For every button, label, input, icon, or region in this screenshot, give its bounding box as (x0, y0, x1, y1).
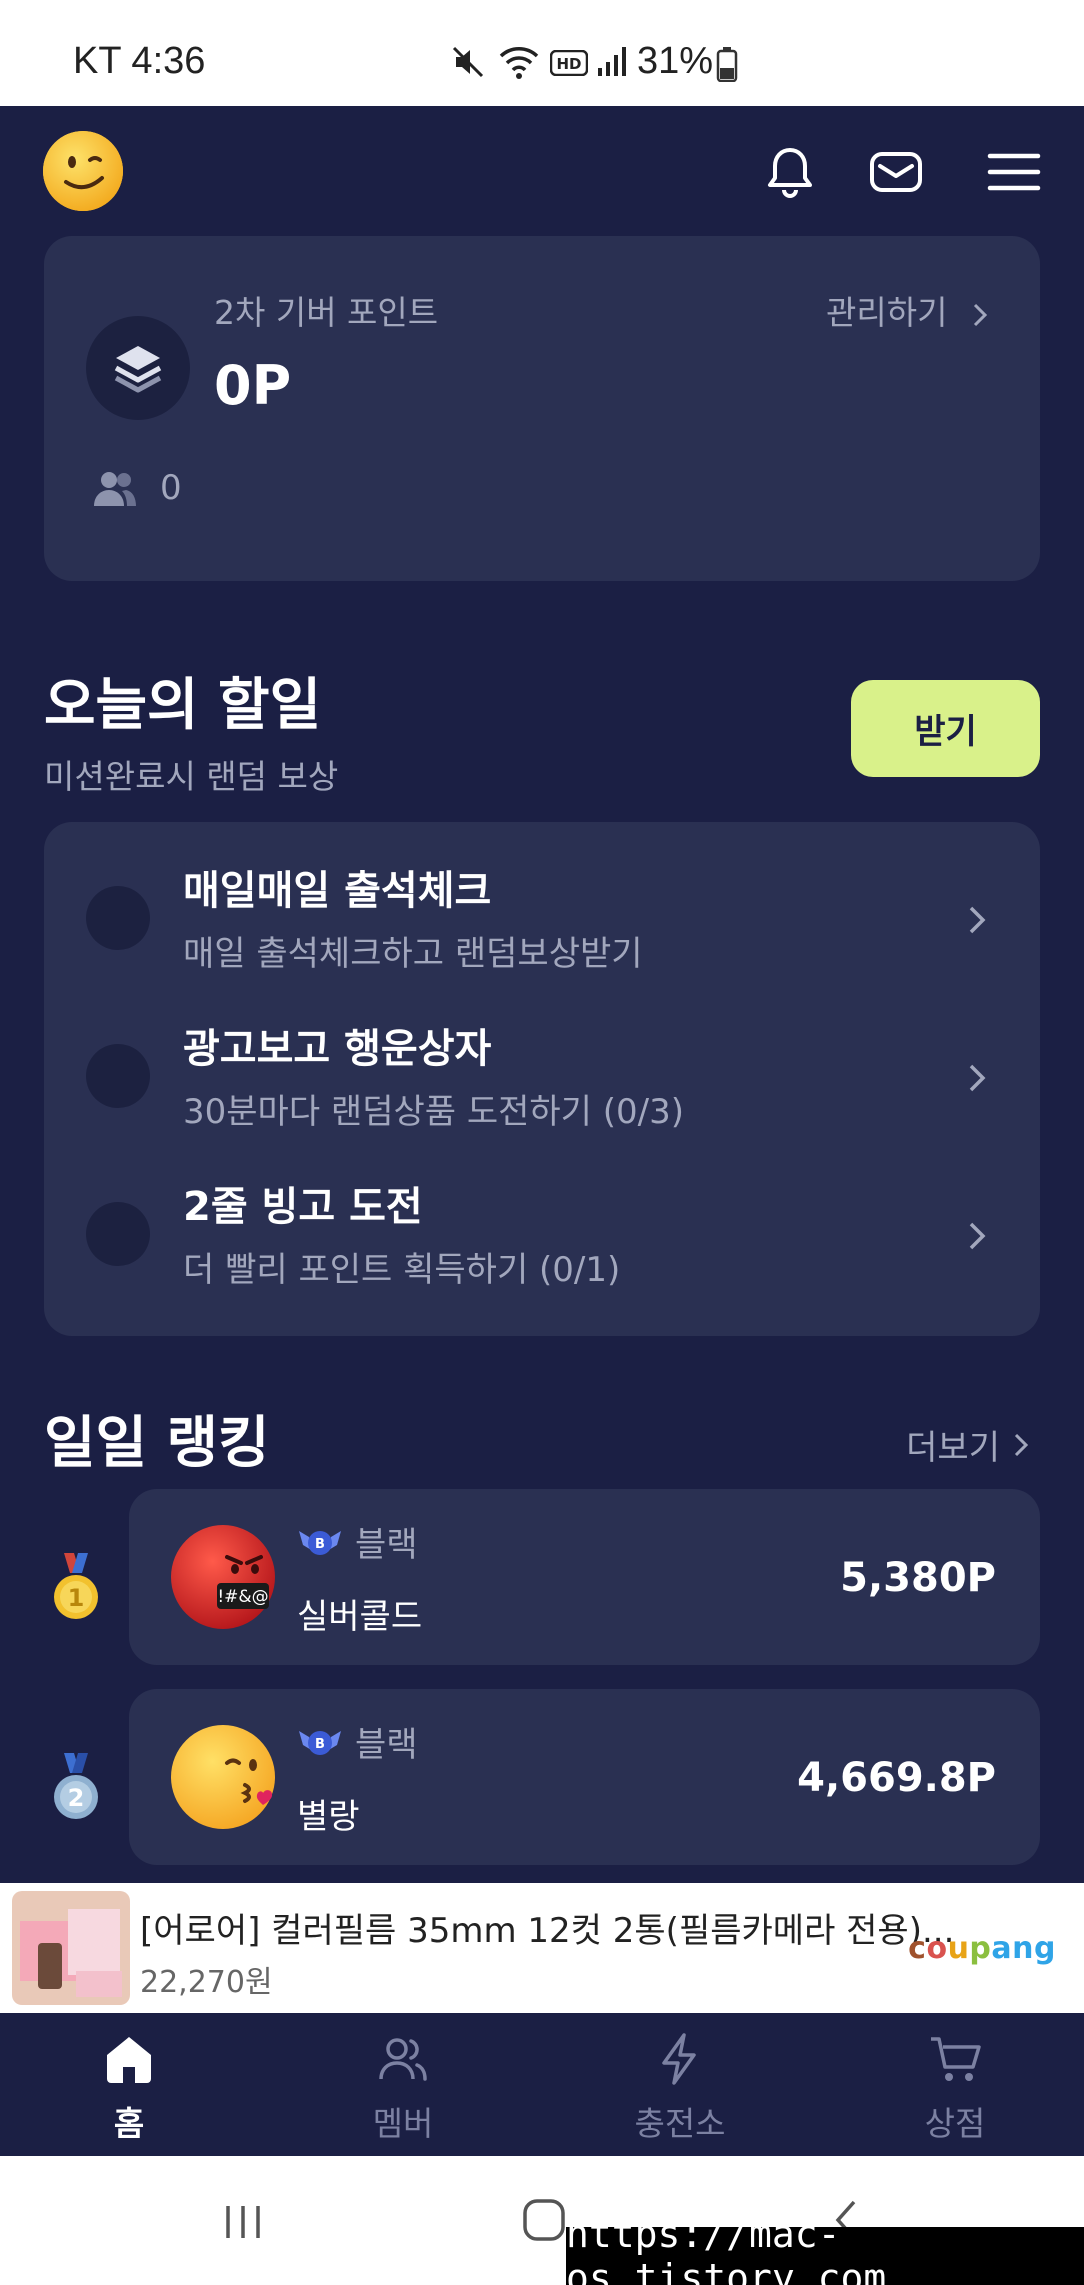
ad-price: 22,270원 (140, 1965, 273, 2000)
point-icon-badge (86, 316, 190, 420)
layers-icon (114, 346, 162, 393)
point-label: 2차 기버 포인트 (214, 293, 439, 332)
bottom-nav: 홈 멤버 충전소 상점 (0, 2013, 1084, 2156)
tier-badge: B 블랙 (297, 1517, 418, 1566)
ranking-row[interactable]: 1 !#&@ B 블랙 실버콜드 5,380P (0, 1489, 1084, 1665)
nav-members[interactable]: 멤버 (303, 2031, 503, 2151)
wifi-icon (499, 47, 539, 79)
today-tasks-subtitle: 미션완료시 랜덤 보상 (44, 757, 339, 796)
task-title: 매일매일 출석체크 (183, 868, 492, 914)
mail-icon[interactable] (866, 142, 926, 202)
hd-icon: HD (550, 50, 588, 76)
menu-icon[interactable] (984, 142, 1044, 202)
chevron-right-icon (973, 303, 988, 326)
ranking-card[interactable]: !#&@ B 블랙 실버콜드 5,380P (129, 1489, 1040, 1665)
task-desc: 매일 출석체크하고 랜덤보상받기 (183, 934, 643, 974)
gold-medal-icon: 1 (54, 1553, 98, 1619)
cart-icon (931, 2037, 981, 2081)
receive-reward-button[interactable]: 받기 (851, 680, 1040, 777)
svg-text:1: 1 (68, 1584, 85, 1612)
tasks-list: 매일매일 출석체크 매일 출석체크하고 랜덤보상받기 광고보고 행운상자 30분… (44, 822, 1040, 1336)
cursing-face-emoji: !#&@ (171, 1525, 275, 1629)
task-item-attendance[interactable]: 매일매일 출석체크 매일 출석체크하고 랜덤보상받기 (44, 844, 1040, 1002)
today-tasks-title: 오늘의 할일 (44, 673, 322, 738)
ad-product-image (12, 1891, 130, 2005)
chevron-right-icon (969, 906, 986, 934)
task-status-circle (86, 1044, 150, 1108)
tier-label: 블랙 (355, 1725, 418, 1765)
ad-title: [어로어] 컬러필름 35mm 12컷 2통(필름카메라 전용)... (140, 1911, 955, 1951)
ranking-row[interactable]: 2 B 블랙 별랑 4,669.8P (0, 1689, 1084, 1865)
members-icon (379, 2038, 427, 2081)
task-desc: 더 빨리 포인트 획득하기 (0/1) (183, 1250, 621, 1290)
task-item-bingo[interactable]: 2줄 빙고 도전 더 빨리 포인트 획득하기 (0/1) (44, 1160, 1040, 1318)
chevron-right-icon (969, 1064, 986, 1092)
lightning-icon (662, 2033, 696, 2085)
status-bar: KT 4:36 HD 31% (0, 0, 1084, 106)
member-count-row: 0 (92, 468, 182, 508)
task-status-circle (86, 1202, 150, 1266)
nav-shop[interactable]: 상점 (855, 2031, 1055, 2151)
mute-icon (452, 46, 484, 78)
nav-home[interactable]: 홈 (29, 2031, 229, 2151)
tier-wing-icon: B (299, 1730, 341, 1755)
battery-percent: 31% (637, 40, 714, 82)
task-item-lucky-box[interactable]: 광고보고 행운상자 30분마다 랜덤상품 도전하기 (0/3) (44, 1002, 1040, 1160)
more-label: 더보기 (906, 1428, 1000, 1468)
task-status-circle (86, 886, 150, 950)
profile-avatar[interactable] (42, 130, 124, 212)
svg-text:B: B (315, 1737, 325, 1752)
bell-icon[interactable] (760, 142, 820, 202)
nav-label: 홈 (113, 2104, 145, 2143)
silver-medal-icon: 2 (54, 1753, 98, 1819)
user-points: 4,669.8P (797, 1755, 996, 1801)
chevron-right-icon (1014, 1433, 1029, 1456)
tier-label: 블랙 (355, 1525, 418, 1565)
svg-text:B: B (315, 1537, 325, 1552)
task-desc: 30분마다 랜덤상품 도전하기 (0/3) (183, 1092, 685, 1132)
kissing-face-emoji (171, 1725, 275, 1829)
watermark: https://mac-os.tistory.com (566, 2212, 1084, 2285)
point-value: 0P (214, 354, 292, 417)
task-title: 2줄 빙고 도전 (183, 1184, 423, 1230)
manage-link[interactable]: 관리하기 (826, 286, 988, 334)
nav-label: 상점 (924, 2104, 986, 2143)
svg-text:!#&@: !#&@ (217, 1587, 268, 1607)
user-points: 5,380P (840, 1555, 996, 1601)
app-header (0, 106, 1084, 236)
nav-label: 충전소 (634, 2104, 726, 2143)
user-name: 별랑 (297, 1797, 360, 1837)
tier-badge: B 블랙 (297, 1717, 418, 1766)
daily-ranking-title: 일일 랭킹 (44, 1411, 270, 1476)
chevron-right-icon (969, 1222, 986, 1250)
giver-point-card[interactable]: 2차 기버 포인트 0P 관리하기 0 (44, 236, 1040, 581)
member-count: 0 (160, 468, 182, 508)
svg-text:HD: HD (556, 55, 581, 73)
user-name: 실버콜드 (297, 1597, 423, 1637)
ad-banner[interactable]: [어로어] 컬러필름 35mm 12컷 2통(필름카메라 전용)... 22,2… (0, 1883, 1084, 2013)
members-icon (94, 472, 136, 506)
svg-text:2: 2 (68, 1784, 85, 1812)
recent-apps-icon[interactable] (222, 2202, 264, 2242)
battery-icon (716, 47, 738, 82)
nav-charging[interactable]: 충전소 (580, 2031, 780, 2151)
ranking-card[interactable]: B 블랙 별랑 4,669.8P (129, 1689, 1040, 1865)
manage-label: 관리하기 (826, 293, 948, 332)
signal-icon (598, 47, 626, 76)
home-button-icon[interactable] (522, 2198, 566, 2242)
task-title: 광고보고 행운상자 (183, 1026, 492, 1072)
nav-label: 멤버 (372, 2104, 434, 2143)
status-time: KT 4:36 (73, 40, 206, 82)
ranking-more-link[interactable]: 더보기 (906, 1420, 1030, 1469)
home-icon (107, 2037, 151, 2083)
coupang-logo: coupang (908, 1931, 1056, 1966)
tier-wing-icon: B (299, 1530, 341, 1555)
